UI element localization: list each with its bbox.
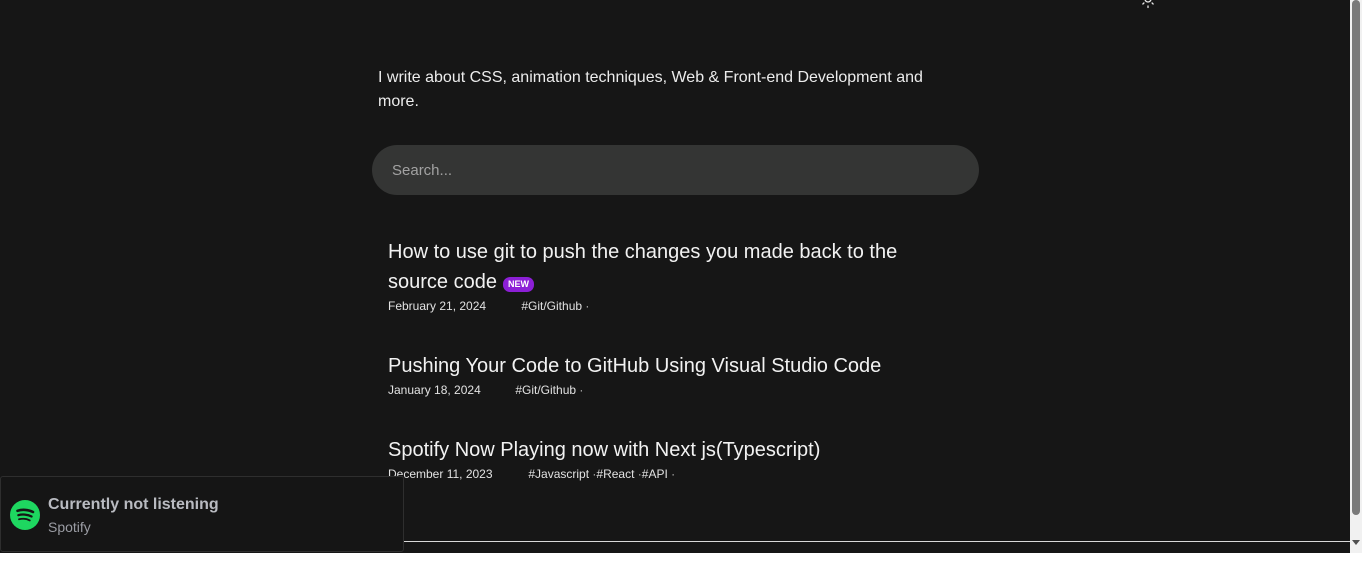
post-title: Spotify Now Playing now with Next js(Typ… (388, 439, 821, 461)
post-item: Spotify Now Playing now with Next js(Typ… (388, 435, 948, 483)
tag-link[interactable]: #Git/Github (521, 299, 582, 313)
vertical-scrollbar[interactable] (1350, 0, 1362, 553)
tag-list: #Git/Github · (521, 297, 589, 315)
tag-list: #Git/Github · (515, 381, 583, 399)
tag-separator: · (582, 299, 590, 313)
scroll-down-arrow-icon[interactable] (1352, 540, 1360, 545)
spotify-status-text: Currently not listening (48, 496, 219, 513)
spotify-now-playing-widget[interactable]: Currently not listening Spotify (0, 476, 404, 552)
tag-link[interactable]: #Javascript (528, 467, 589, 481)
tag-link[interactable]: #API (642, 467, 668, 481)
tag-separator: · (576, 383, 584, 397)
new-badge: NEW (502, 277, 534, 292)
post-meta: February 21, 2024 #Git/Github · (388, 297, 948, 315)
spotify-icon (10, 500, 40, 530)
theme-toggle-button[interactable] (1139, 0, 1157, 10)
tag-separator: · (667, 467, 676, 481)
post-title: How to use git to push the changes you m… (388, 241, 898, 293)
post-title-link[interactable]: How to use git to push the changes you m… (388, 237, 948, 297)
search-input[interactable] (372, 145, 979, 195)
scrollbar-thumb[interactable] (1352, 0, 1360, 515)
post-title-link[interactable]: Spotify Now Playing now with Next js(Typ… (388, 435, 948, 465)
post-meta: January 18, 2024 #Git/Github · (388, 381, 948, 399)
tag-link[interactable]: #React (596, 467, 634, 481)
tag-list: #Javascript ·#React ·#API · (528, 465, 675, 483)
post-meta: December 11, 2023 #Javascript ·#React ·#… (388, 465, 948, 483)
intro-text: I write about CSS, animation techniques,… (378, 69, 923, 110)
post-date: January 18, 2024 (388, 383, 481, 397)
tag-link[interactable]: #Git/Github (515, 383, 576, 397)
post-item: Pushing Your Code to GitHub Using Visual… (388, 351, 948, 399)
footer-divider (404, 541, 1350, 542)
post-title: Pushing Your Code to GitHub Using Visual… (388, 355, 882, 377)
post-date: December 11, 2023 (388, 467, 493, 481)
sun-icon (1142, 0, 1154, 9)
post-item: How to use git to push the changes you m… (388, 237, 948, 315)
page-viewport: I write about CSS, animation techniques,… (0, 0, 1350, 553)
post-date: February 21, 2024 (388, 299, 487, 313)
post-title-link[interactable]: Pushing Your Code to GitHub Using Visual… (388, 351, 948, 381)
tag-separator: · (634, 467, 642, 481)
spotify-label: Spotify (48, 519, 91, 535)
